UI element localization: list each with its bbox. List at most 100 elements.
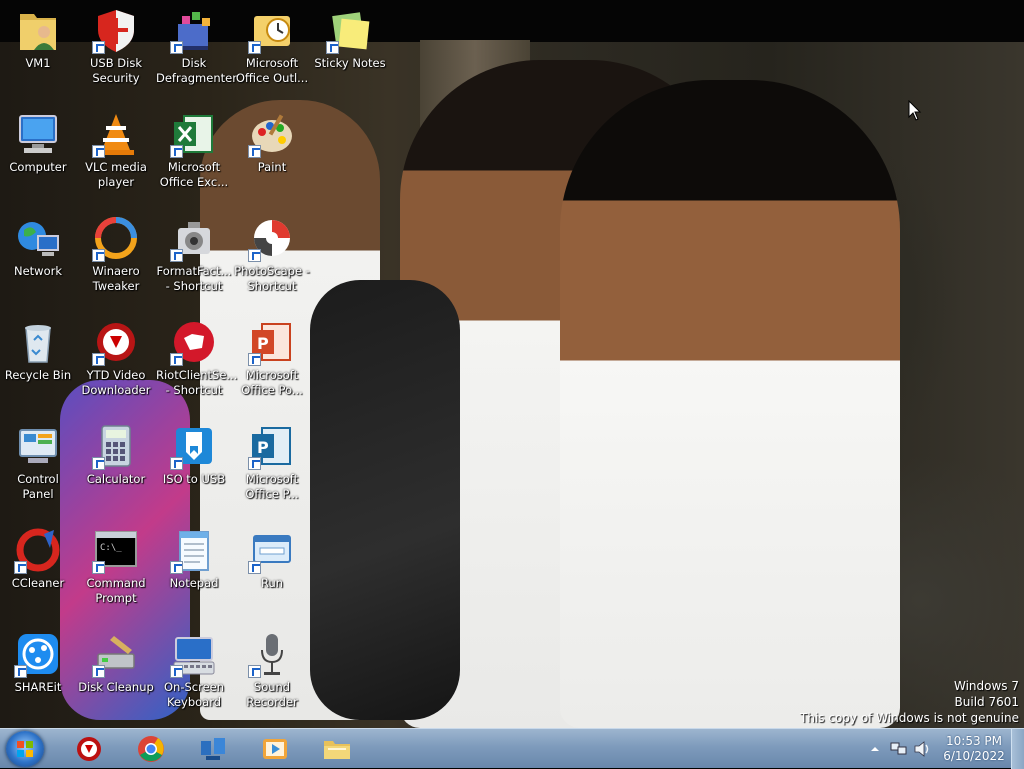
computer-icon	[14, 110, 62, 158]
shortcut-arrow-icon	[248, 665, 261, 678]
shortcut-arrow-icon	[170, 41, 183, 54]
desktop-icon-control-panel[interactable]: Control Panel	[0, 416, 76, 516]
desktop-icon-formatfact-shortcut[interactable]: FormatFact... - Shortcut	[156, 208, 232, 308]
desktop-icon-disk-defragmenter[interactable]: Disk Defragmenter	[156, 0, 237, 100]
taskbar-media-player[interactable]	[248, 731, 302, 767]
photoscape-icon	[248, 214, 296, 262]
desktop-icon-label: Network	[13, 264, 63, 278]
shortcut-arrow-icon	[248, 457, 261, 470]
desktop-icon-computer[interactable]: Computer	[0, 104, 76, 204]
show-hidden-icons-arrow-icon[interactable]	[870, 744, 880, 754]
desktop-icon-riotclientse-shortcut[interactable]: RiotClientSe... - Shortcut	[156, 312, 237, 412]
desktop-icon-label: Sticky Notes	[314, 56, 386, 70]
desktop-icon-usb-disk-security[interactable]: USB Disk Security	[78, 0, 154, 100]
shortcut-arrow-icon	[92, 665, 105, 678]
recycle-bin-icon	[14, 318, 62, 366]
clock-date: 6/10/2022	[943, 749, 1005, 763]
desktop-icon-shareit[interactable]: SHAREit	[0, 624, 76, 724]
shortcut-arrow-icon	[248, 41, 261, 54]
desktop-icon-label: Sound Recorder	[246, 680, 298, 709]
desktop-icon-label: Microsoft Office Outl...	[235, 56, 309, 85]
shortcut-arrow-icon	[92, 249, 105, 262]
desktop-icon-microsoft-office-p[interactable]: P Microsoft Office P...	[234, 416, 310, 516]
desktop-icon-label: PhotoScape - Shortcut	[234, 264, 310, 293]
iso-to-usb-icon	[170, 422, 218, 470]
powerpoint-icon: P	[248, 318, 296, 366]
shortcut-arrow-icon	[170, 353, 183, 366]
command-prompt-icon: C:\_	[92, 526, 140, 574]
desktop-icon-notepad[interactable]: Notepad	[156, 520, 232, 620]
shortcut-arrow-icon	[170, 561, 183, 574]
desktop-icon-sticky-notes[interactable]: Sticky Notes	[312, 0, 388, 100]
folder-icon	[324, 741, 350, 759]
desktop-icon-disk-cleanup[interactable]: Disk Cleanup	[78, 624, 154, 724]
clock-time: 10:53 PM	[946, 734, 1002, 748]
desktop-icon-label: FormatFact... - Shortcut	[156, 264, 232, 293]
desktop-icon-label: VLC media player	[85, 160, 147, 189]
system-clock[interactable]: 10:53 PM 6/10/2022	[942, 734, 1006, 764]
desktop-icon-ccleaner[interactable]: CCleaner	[0, 520, 76, 620]
shortcut-arrow-icon	[170, 145, 183, 158]
desktop-icon-label: Notepad	[169, 576, 219, 590]
volume-icon[interactable]	[914, 741, 932, 757]
taskbar-network-app[interactable]	[186, 731, 240, 767]
network-status-icon[interactable]	[890, 741, 908, 757]
watermark-os-name: Windows 7	[953, 679, 1019, 693]
desktop-icon-label: YTD Video Downloader	[81, 368, 151, 397]
desktop-icon-winaero-tweaker[interactable]: Winaero Tweaker	[78, 208, 154, 308]
outlook-icon	[248, 6, 296, 54]
start-button[interactable]	[6, 731, 44, 767]
taskbar-file-explorer[interactable]	[310, 731, 364, 767]
watermark-genuine-notice: This copy of Windows is not genuine	[800, 711, 1019, 725]
desktop-icon-network[interactable]: Network	[0, 208, 76, 308]
ytd-downloader-icon	[92, 318, 140, 366]
desktop-icon-microsoft-office-po[interactable]: P Microsoft Office Po...	[234, 312, 310, 412]
microphone-icon	[248, 630, 296, 678]
ccleaner-icon	[14, 526, 62, 574]
desktop-icon-vm1[interactable]: VM1	[0, 0, 76, 100]
shortcut-arrow-icon	[14, 561, 27, 574]
desktop-icon-microsoft-office-exc[interactable]: Microsoft Office Exc...	[156, 104, 232, 204]
shortcut-arrow-icon	[170, 665, 183, 678]
desktop-icon-label: Microsoft Office Exc...	[159, 160, 229, 189]
svg-text:P: P	[257, 438, 269, 457]
desktop-icon-on-screen-keyboard[interactable]: On-Screen Keyboard	[156, 624, 232, 724]
vlc-cone-icon	[92, 110, 140, 158]
taskbar-ytd-downloader[interactable]	[62, 731, 116, 767]
windows-watermark: Windows 7 Build 7601 This copy of Window…	[800, 678, 1019, 726]
shortcut-arrow-icon	[14, 665, 27, 678]
desktop-icon-vlc-media-player[interactable]: VLC media player	[78, 104, 154, 204]
shortcut-arrow-icon	[170, 457, 183, 470]
watermark-build: Build 7601	[954, 695, 1019, 709]
desktop-icon-label: Microsoft Office Po...	[241, 368, 303, 397]
desktop-icon-label: Run	[260, 576, 284, 590]
taskbar-chrome[interactable]	[124, 731, 178, 767]
winaero-tweaker-icon	[92, 214, 140, 262]
windows-start-orb-icon	[17, 741, 33, 757]
shortcut-arrow-icon	[248, 561, 261, 574]
shortcut-arrow-icon	[92, 561, 105, 574]
desktop-icon-run[interactable]: Run	[234, 520, 310, 620]
user-folder-icon	[14, 6, 62, 54]
shortcut-arrow-icon	[248, 145, 261, 158]
desktop-icon-command-prompt[interactable]: C:\_ Command Prompt	[78, 520, 154, 620]
desktop-icon-calculator[interactable]: Calculator	[78, 416, 154, 516]
desktop-icon-sound-recorder[interactable]: Sound Recorder	[234, 624, 310, 724]
desktop-icon-recycle-bin[interactable]: Recycle Bin	[0, 312, 76, 412]
desktop-icon-ytd-video-downloader[interactable]: YTD Video Downloader	[78, 312, 154, 412]
publisher-icon: P	[248, 422, 296, 470]
desktop-icon-iso-to-usb[interactable]: ISO to USB	[156, 416, 232, 516]
desktop-icon-label: SHAREit	[14, 680, 62, 694]
svg-text:P: P	[257, 334, 269, 353]
riot-client-icon	[170, 318, 218, 366]
network-app-icon	[201, 738, 225, 760]
wallpaper-child-right	[560, 80, 900, 728]
show-desktop-button[interactable]	[1011, 729, 1024, 769]
sticky-notes-icon	[326, 6, 374, 54]
control-panel-icon	[14, 422, 62, 470]
shortcut-arrow-icon	[92, 41, 105, 54]
desktop-icon-photoscape-shortcut[interactable]: PhotoScape - Shortcut	[234, 208, 310, 308]
desktop-icon-microsoft-office-outl[interactable]: Microsoft Office Outl...	[234, 0, 310, 100]
shortcut-arrow-icon	[326, 41, 339, 54]
desktop-icon-paint[interactable]: Paint	[234, 104, 310, 204]
